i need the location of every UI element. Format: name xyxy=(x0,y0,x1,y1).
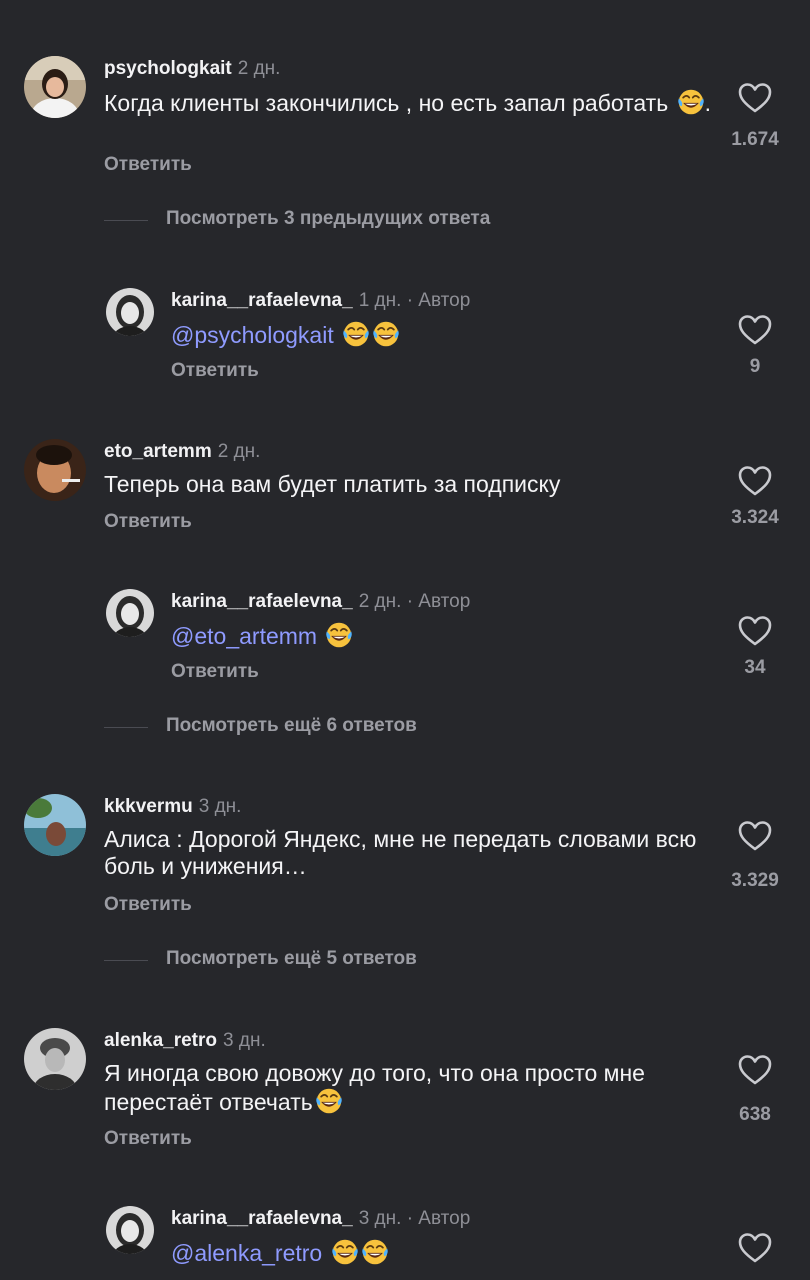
username[interactable]: psychologkait xyxy=(104,58,232,79)
comment-text: @psychologkait xyxy=(171,320,711,349)
like-control: 638 xyxy=(720,1054,790,1126)
view-more-replies-label[interactable]: Посмотреть ещё 6 ответов xyxy=(166,715,417,737)
like-control: 3.324 xyxy=(720,465,790,529)
comment-header: eto_artemm 2 дн. xyxy=(104,441,260,463)
timestamp: 1 дн. xyxy=(358,290,402,311)
like-control xyxy=(720,1232,790,1264)
divider xyxy=(104,727,148,728)
timestamp: 3 дн. xyxy=(198,796,242,817)
face-with-tears-of-joy-icon xyxy=(361,1238,389,1266)
reply-button[interactable]: Ответить xyxy=(171,661,259,683)
author-badge: · Автор xyxy=(406,290,471,311)
face-with-tears-of-joy-icon xyxy=(325,621,353,649)
like-control: 34 xyxy=(720,615,790,679)
avatar[interactable] xyxy=(24,439,86,501)
comment-text: @alenka_retro xyxy=(171,1238,711,1267)
like-control: 9 xyxy=(720,314,790,378)
like-count: 3.324 xyxy=(731,507,779,528)
comment-header: karina__rafaelevna_ 3 дн. · Автор xyxy=(171,1208,470,1230)
avatar[interactable] xyxy=(106,1206,154,1254)
username[interactable]: kkkvermu xyxy=(104,796,193,817)
comment-header: karina__rafaelevna_ 1 дн. · Автор xyxy=(171,290,470,312)
timestamp: 3 дн. xyxy=(223,1030,266,1051)
comment-text: Когда клиенты закончились , но есть запа… xyxy=(104,88,711,116)
username[interactable]: karina__rafaelevna_ xyxy=(171,290,353,311)
username[interactable]: alenka_retro xyxy=(104,1030,217,1051)
heart-icon[interactable] xyxy=(738,465,772,497)
reply-button[interactable]: Ответить xyxy=(104,894,192,916)
like-control: 3.329 xyxy=(720,820,790,892)
author-badge: · Автор xyxy=(406,591,471,612)
face-with-tears-of-joy-icon xyxy=(372,320,400,348)
heart-icon[interactable] xyxy=(738,615,772,647)
heart-icon[interactable] xyxy=(738,314,772,346)
comment-header: karina__rafaelevna_ 2 дн. · Автор xyxy=(171,591,470,613)
divider xyxy=(104,960,148,961)
like-count: 3.329 xyxy=(731,870,779,891)
like-count: 34 xyxy=(744,657,766,678)
face-with-tears-of-joy-icon xyxy=(331,1238,359,1266)
reply-button[interactable]: Ответить xyxy=(104,1128,192,1150)
reply-button[interactable]: Ответить xyxy=(171,360,259,382)
face-with-tears-of-joy-icon xyxy=(342,320,370,348)
heart-icon[interactable] xyxy=(738,1232,772,1264)
username[interactable]: karina__rafaelevna_ xyxy=(171,1208,353,1229)
username[interactable]: eto_artemm xyxy=(104,441,212,462)
like-count: 1.674 xyxy=(731,129,779,150)
avatar[interactable] xyxy=(24,56,86,118)
like-control: 1.674 xyxy=(720,82,790,151)
comment-text: Теперь она вам будет платить за подписку xyxy=(104,471,561,497)
view-more-replies-label[interactable]: Посмотреть 3 предыдущих ответа xyxy=(166,208,490,230)
reply-button[interactable]: Ответить xyxy=(104,511,192,533)
comment-header: alenka_retro 3 дн. xyxy=(104,1030,266,1052)
like-count: 638 xyxy=(739,1104,771,1125)
avatar[interactable] xyxy=(24,1028,86,1090)
mention-link[interactable]: @alenka_retro xyxy=(171,1240,322,1266)
view-more-replies-label[interactable]: Посмотреть ещё 5 ответов xyxy=(166,948,417,970)
divider xyxy=(104,220,148,221)
username[interactable]: karina__rafaelevna_ xyxy=(171,591,353,612)
comment-text: Я иногда свою довожу до того, что она пр… xyxy=(104,1060,645,1115)
timestamp: 3 дн. xyxy=(358,1208,402,1229)
timestamp: 2 дн. xyxy=(237,58,281,79)
timestamp: 2 дн. xyxy=(358,591,402,612)
face-with-tears-of-joy-icon xyxy=(315,1087,343,1115)
comments-page: psychologkait 2 дн. Когда клиенты закончи… xyxy=(0,0,810,1280)
face-with-tears-of-joy-icon xyxy=(677,88,705,116)
avatar[interactable] xyxy=(106,288,154,336)
avatar[interactable] xyxy=(24,794,86,856)
comment-text: Алиса : Дорогой Яндекс, мне не передать … xyxy=(104,826,697,879)
like-count: 9 xyxy=(749,356,761,377)
comment-header: kkkvermu 3 дн. xyxy=(104,796,241,818)
author-badge: · Автор xyxy=(406,1208,471,1229)
comment-text: @eto_artemm xyxy=(171,621,711,650)
avatar[interactable] xyxy=(106,589,154,637)
heart-icon[interactable] xyxy=(738,82,772,114)
mention-link[interactable]: @psychologkait xyxy=(171,322,334,348)
mention-link[interactable]: @eto_artemm xyxy=(171,623,317,649)
heart-icon[interactable] xyxy=(738,1054,772,1086)
timestamp: 2 дн. xyxy=(217,441,261,462)
reply-button[interactable]: Ответить xyxy=(104,154,192,176)
comment-header: psychologkait 2 дн. xyxy=(104,58,280,80)
heart-icon[interactable] xyxy=(738,820,772,852)
